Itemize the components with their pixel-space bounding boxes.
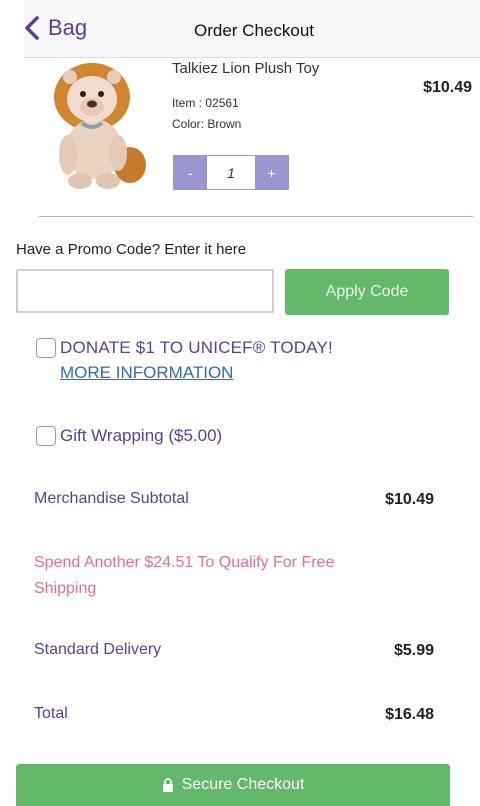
quantity-stepper: - 1 + [173, 155, 289, 190]
subtotal-value: $10.49 [385, 491, 434, 508]
increase-quantity-button[interactable]: + [255, 156, 288, 189]
product-price: $10.49 [423, 79, 472, 96]
secure-checkout-label: Secure Checkout [181, 776, 305, 793]
delivery-label: Standard Delivery [34, 641, 162, 658]
product-image[interactable] [42, 57, 162, 192]
gift-wrapping-checkbox[interactable] [36, 426, 56, 446]
chevron-left-icon [25, 16, 39, 40]
divider [39, 216, 473, 217]
donate-label: DONATE $1 TO UNICEF® TODAY! [60, 338, 333, 357]
secure-checkout-button[interactable]: Secure Checkout [16, 764, 450, 806]
page-title: Order Checkout [194, 21, 314, 40]
decrease-quantity-button[interactable]: - [174, 156, 207, 189]
back-button[interactable]: Bag [24, 15, 87, 41]
cart-item: Talkiez Lion Plush Toy $10.49 Item : 025… [0, 57, 480, 217]
gift-wrapping-label: Gift Wrapping ($5.00) [60, 426, 223, 445]
total-value: $16.48 [385, 706, 434, 723]
back-label: Bag [48, 15, 88, 40]
quantity-value[interactable]: 1 [207, 156, 255, 189]
product-name[interactable]: Talkiez Lion Plush Toy [172, 60, 319, 77]
product-item-number: Item : 02561 [172, 96, 239, 110]
free-shipping-notice: Spend Another $24.51 To Qualify For Free… [34, 554, 335, 597]
product-color: Color: Brown [172, 117, 242, 131]
total-label: Total [34, 705, 68, 722]
promo-code-label: Have a Promo Code? Enter it here [16, 241, 247, 258]
lock-icon [162, 778, 173, 792]
subtotal-label: Merchandise Subtotal [34, 490, 189, 507]
donate-checkbox[interactable] [36, 338, 56, 358]
apply-code-button[interactable]: Apply Code [285, 269, 449, 315]
more-information-link[interactable]: MORE INFORMATION [60, 363, 233, 383]
navigation-bar: Bag Order Checkout [24, 0, 480, 58]
promo-code-input[interactable] [16, 269, 274, 313]
delivery-value: $5.99 [393, 642, 434, 659]
